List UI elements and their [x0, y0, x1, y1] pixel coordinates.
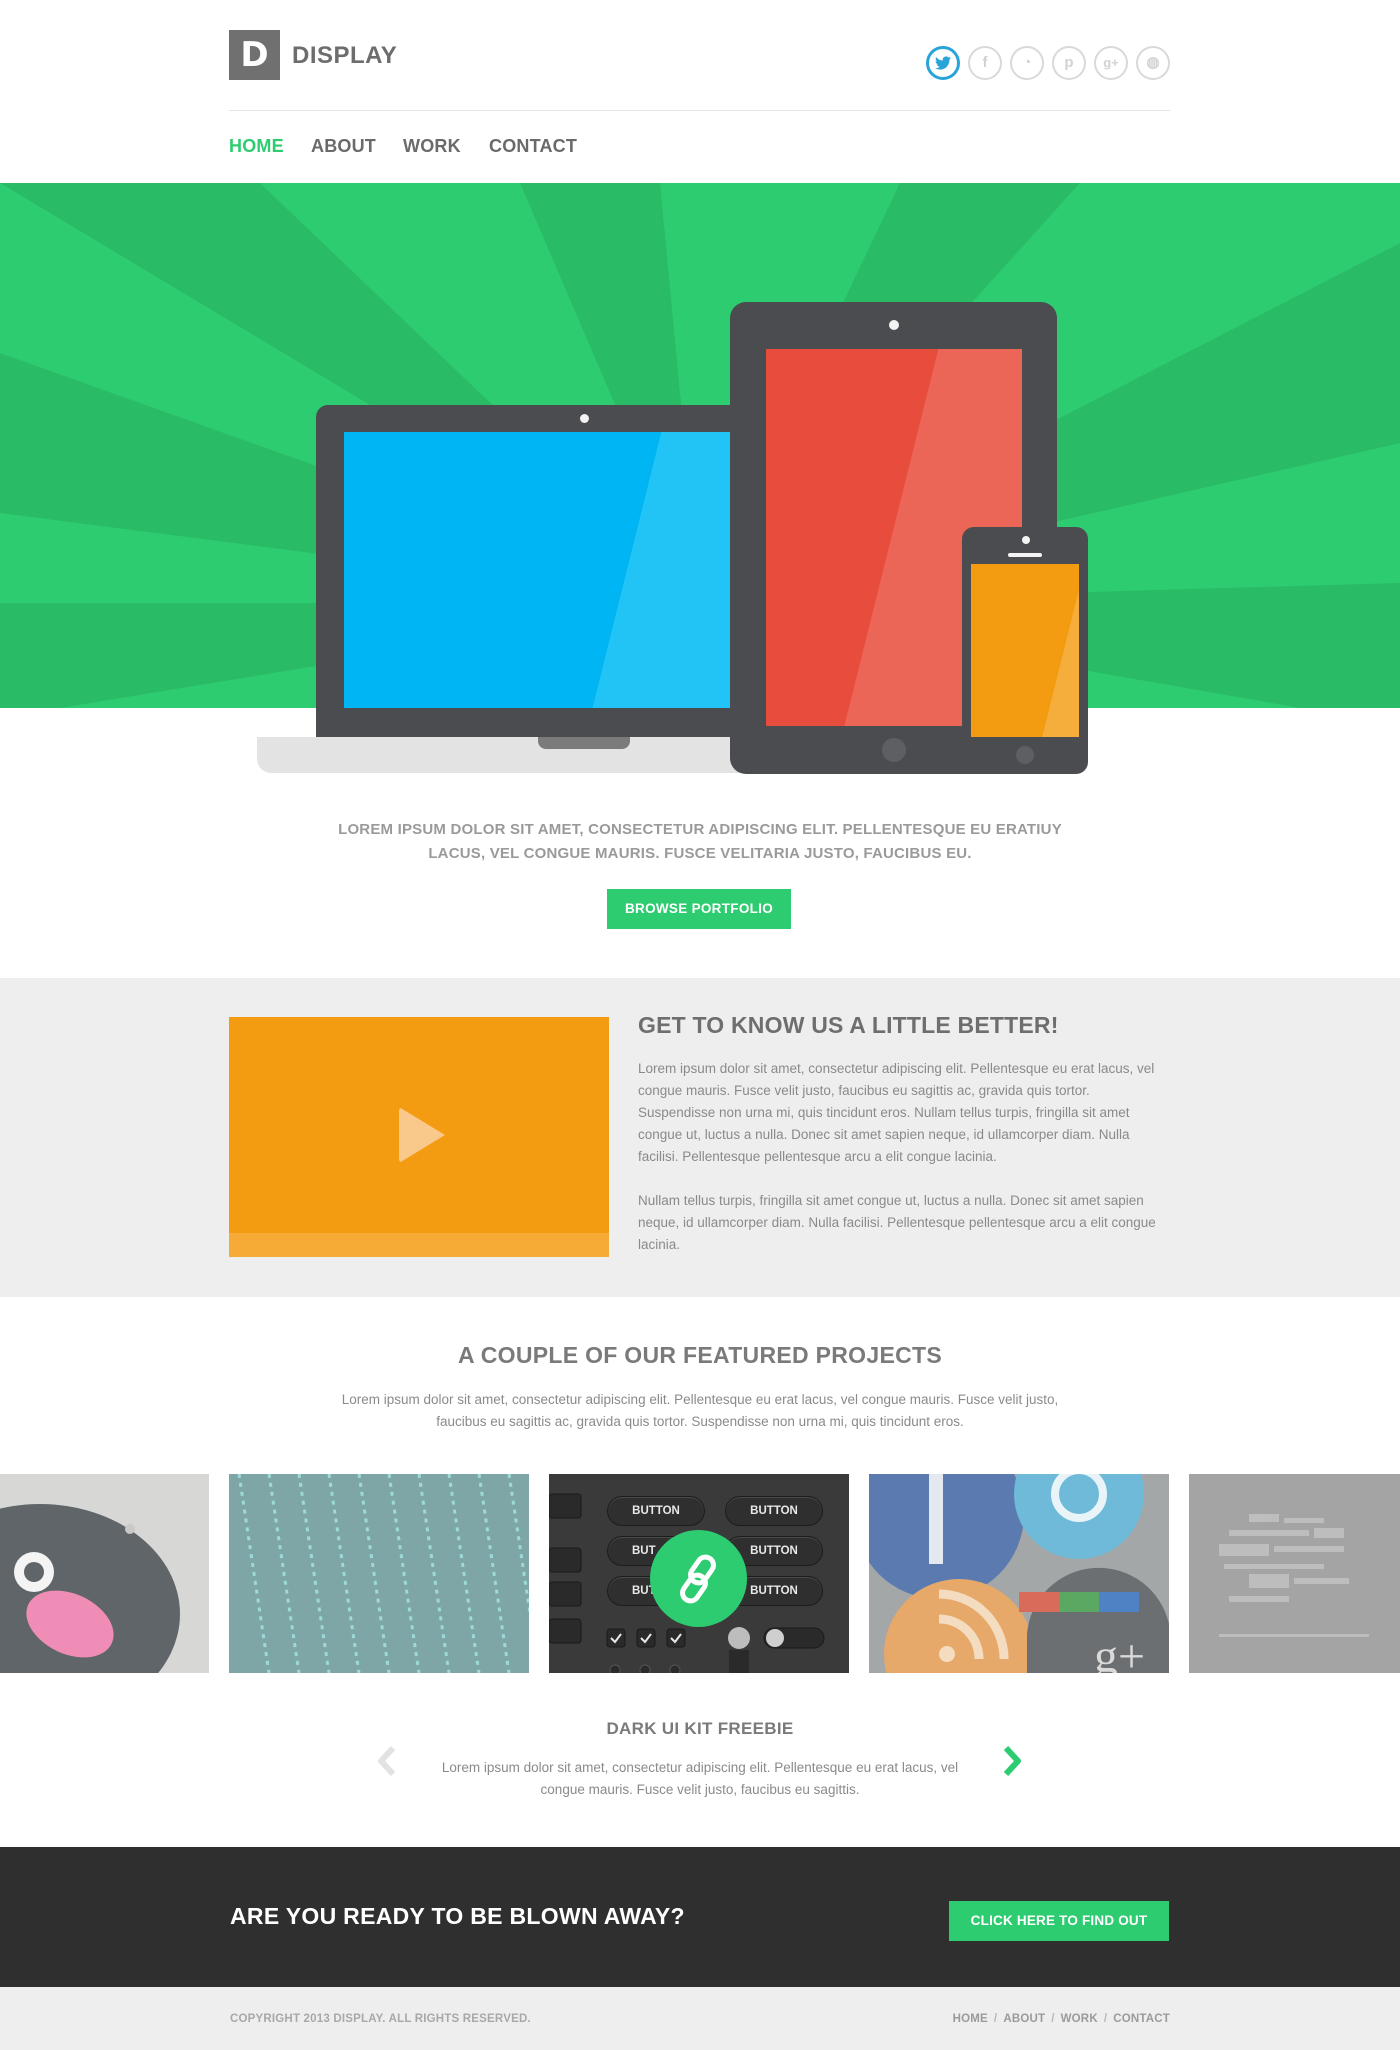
logo-text[interactable]: DISPLAY: [292, 42, 397, 70]
project-thumb-typography[interactable]: [1189, 1474, 1400, 1673]
video-control-bar[interactable]: [229, 1233, 609, 1257]
tablet-home-button: [882, 738, 906, 762]
phone-camera: [1022, 536, 1030, 544]
footer-link-contact[interactable]: CONTACT: [1113, 2013, 1170, 2025]
footer-separator: /: [1051, 2013, 1055, 2025]
footer-link-work[interactable]: WORK: [1061, 2013, 1098, 2025]
phone-screen-glare: [971, 564, 1079, 737]
featured-subtitle: Lorem ipsum dolor sit amet, consectetur …: [341, 1392, 1059, 1429]
phone-speaker: [1008, 553, 1042, 557]
binary-code-pattern: [229, 1474, 529, 1673]
browse-portfolio-button[interactable]: BROWSE PORTFOLIO: [607, 889, 791, 929]
hero-intro-text: LOREM IPSUM DOLOR SIT AMET, CONSECTETUR …: [300, 818, 1100, 866]
footer-nav: HOME / ABOUT / WORK / CONTACT: [953, 2013, 1170, 2025]
laptop-screen-glare: [546, 432, 749, 708]
find-out-button[interactable]: CLICK HERE TO FIND OUT: [949, 1901, 1169, 1941]
header-divider: [229, 110, 1170, 111]
nav-work[interactable]: WORK: [403, 136, 461, 157]
video-player[interactable]: [229, 1017, 609, 1257]
nav-contact[interactable]: CONTACT: [489, 136, 577, 157]
footer-separator: /: [1103, 2013, 1108, 2025]
laptop-notch: [538, 737, 630, 749]
project-description: Lorem ipsum dolor sit amet, consectetur …: [441, 1760, 959, 1797]
featured-title: A COUPLE OF OUR FEATURED PROJECTS: [458, 1342, 942, 1368]
svg-text:g+: g+: [1094, 1630, 1145, 1673]
about-title: GET TO KNOW US A LITTLE BETTER!: [638, 1012, 1059, 1038]
google-plus-icon[interactable]: g+: [1094, 46, 1128, 80]
laptop-camera: [580, 414, 589, 423]
project-link-overlay[interactable]: [650, 1530, 747, 1627]
rss-icon[interactable]: ◔: [1010, 46, 1044, 80]
site-header: [0, 0, 1400, 183]
logo-mark[interactable]: D: [229, 30, 280, 80]
play-icon[interactable]: [399, 1107, 445, 1163]
footer-link-about[interactable]: ABOUT: [1003, 2013, 1045, 2025]
monster-illustration: [0, 1504, 180, 1673]
hero-intro-line-1: LOREM IPSUM DOLOR SIT AMET, CONSECTETUR …: [338, 821, 1062, 838]
footer-separator: /: [993, 2013, 998, 2025]
project-thumb-monster[interactable]: [0, 1474, 209, 1673]
twitter-icon[interactable]: [926, 46, 960, 80]
phone-home-button: [1016, 746, 1034, 764]
typography-illustration: [1219, 1514, 1369, 1637]
link-icon[interactable]: [650, 1530, 747, 1627]
about-paragraph-1: Lorem ipsum dolor sit amet, consectetur …: [638, 1061, 1155, 1164]
site-footer: [0, 1987, 1400, 2050]
about-paragraph-2: Nullam tellus turpis, fringilla sit amet…: [638, 1193, 1156, 1252]
hero-intro-line-2: LACUS, VEL CONGUE MAURIS. FUSCE VELITARI…: [428, 845, 972, 862]
cta-banner: [0, 1847, 1400, 1987]
social-spheres-illustration: g+: [869, 1474, 1169, 1673]
carousel-next-icon[interactable]: [996, 1744, 1026, 1778]
project-thumb-social-icons[interactable]: g+: [869, 1474, 1169, 1673]
pinterest-icon[interactable]: p: [1052, 46, 1086, 80]
twitter-bird-glyph: [935, 56, 951, 70]
phone-screen: [971, 564, 1079, 737]
facebook-icon[interactable]: f: [968, 46, 1002, 80]
dribbble-icon[interactable]: ◍: [1136, 46, 1170, 80]
nav-home[interactable]: HOME: [229, 136, 284, 157]
tablet-camera: [889, 320, 899, 330]
laptop-screen: [344, 432, 749, 708]
cta-text: ARE YOU READY TO BE BLOWN AWAY?: [230, 1903, 685, 1929]
footer-link-home[interactable]: HOME: [953, 2013, 988, 2025]
nav-about[interactable]: ABOUT: [311, 136, 376, 157]
copyright-text: COPYRIGHT 2013 DISPLAY. ALL RIGHTS RESER…: [230, 2013, 531, 2025]
project-thumb-binary[interactable]: [229, 1474, 529, 1673]
project-title: DARK UI KIT FREEBIE: [606, 1719, 794, 1738]
carousel-prev-icon[interactable]: [373, 1744, 403, 1778]
